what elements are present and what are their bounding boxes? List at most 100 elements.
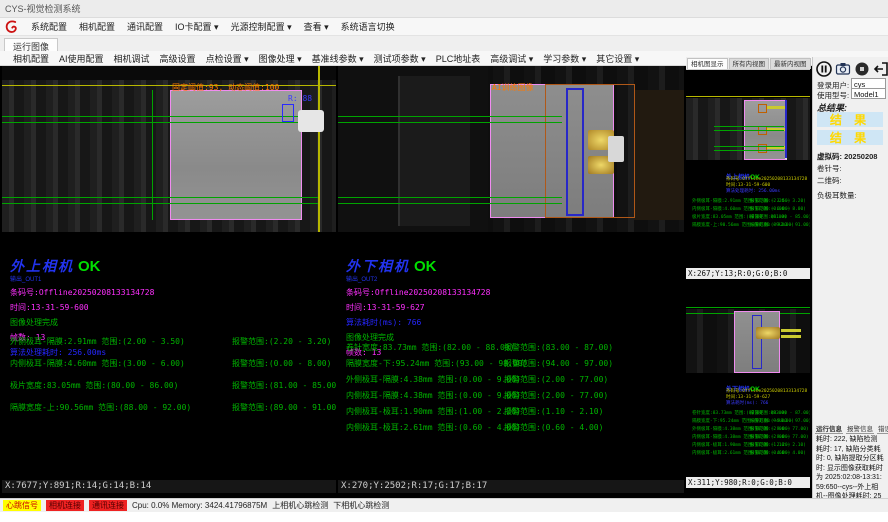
- toolbar-item[interactable]: 点检设置 ▾: [201, 51, 254, 66]
- green-guide-line: [2, 122, 318, 123]
- mini-measurements: 外侧极耳-隔膜:2.91mm 范围:(2.00 - 3.50)报警范围:(2.2…: [692, 198, 808, 230]
- alarm-range: 报警范围:(1.10 - 2.10): [750, 442, 808, 448]
- menu-item[interactable]: 光源控制配置 ▾: [225, 18, 298, 35]
- measurement-row: 内侧极耳-隔膜:4.60mm 范围:(3.00 - 6.00)报警范围:(0.0…: [692, 206, 808, 212]
- camera-view-upper[interactable]: 固定阈值:93, 动态阈值:100 R: 88 外上相机OK 输出_OUT1 条…: [2, 66, 336, 498]
- coord-status-small-lower: X:311;Y:980;R:0;G:0;B:0: [686, 477, 810, 488]
- result-box-lower: 结 果: [817, 130, 883, 145]
- menu-item[interactable]: 通讯配置: [121, 18, 169, 35]
- toolbar-item[interactable]: 图像处理 ▾: [254, 51, 307, 66]
- r-value-overlay: R: 88: [288, 94, 312, 103]
- menu-item[interactable]: 系统配置: [25, 18, 73, 35]
- small-view-upper[interactable]: 外上相机OK 条码号:Offline20250208133134728 时间:1…: [686, 70, 810, 268]
- toolbar-item[interactable]: 其它设置 ▾: [591, 51, 644, 66]
- alarm-range: 报警范围:(2.00 - 77.00): [504, 390, 682, 401]
- measurement-row: 内侧极耳-隔膜:4.60mm 范围:(3.00 - 6.00)报警范围:(0.0…: [10, 358, 334, 369]
- model-field[interactable]: Model1: [851, 88, 886, 99]
- tiny-label-mark: [781, 329, 801, 332]
- tab-all-views[interactable]: 所有内视图: [729, 58, 770, 69]
- yellow-guide-line: [686, 96, 810, 97]
- status-bar: 心跳信号 相机连接 通讯连接 Cpu: 0.0% Memory: 3424.41…: [0, 498, 888, 512]
- measurement-value: 外侧极耳-隔膜:4.38mm 范围:(0.00 - 9.00): [346, 374, 504, 385]
- measurement-value: 卷针宽度:83.73mm 范围:(82.00 - 88.00): [346, 342, 504, 353]
- green-guide-line: [2, 197, 318, 198]
- coord-status-upper: X:7677;Y:891;R:14;G:14;B:14: [2, 480, 336, 493]
- side-panel: 登录用户: cys 使用型号: Model1 总结果: 结 果 结 果 虚拟码:…: [812, 57, 888, 512]
- tab-latest-views[interactable]: 最新内视图: [770, 58, 811, 69]
- info-tabs: 运行信息 报警信息 错误信息: [815, 423, 888, 434]
- tab-camera-display[interactable]: 相机图显示: [687, 58, 728, 69]
- result-ok: OK: [78, 258, 101, 275]
- alarm-range: 报警范围:(94.00 - 97.00): [504, 358, 682, 369]
- toolbar-item[interactable]: 相机配置: [8, 51, 54, 66]
- heartbeat-indicator: 心跳信号: [3, 500, 41, 511]
- measurement-row: 内侧极耳-极耳:2.61mm 范围:(0.60 - 4.00)报警范围:(0.6…: [692, 450, 808, 456]
- yellow-guide-vline: [318, 66, 320, 232]
- tab-alarm-info[interactable]: 报警信息: [846, 423, 874, 434]
- measurement-value: 隔膜宽度-下:95.24mm 范围:(93.00 - 98.00): [346, 358, 504, 369]
- tiny-label-mark: [767, 106, 785, 109]
- toolbar-item[interactable]: AI使用配置: [54, 51, 109, 66]
- menu-item[interactable]: IO卡配置 ▾: [169, 18, 225, 35]
- pause-button[interactable]: [816, 61, 832, 77]
- menu-item[interactable]: 系统语言切换: [335, 18, 401, 35]
- measurement-value: 外侧极耳-隔膜:4.38mm 范围:(0.00 - 9.00): [692, 426, 750, 432]
- coord-status-lower: X:270;Y:2502;R:17;G:17;B:17: [338, 480, 684, 493]
- tab-error-info[interactable]: 错误信息: [877, 423, 888, 434]
- neg-tab-count-label: 负极耳数量:: [817, 190, 857, 201]
- settings-button[interactable]: [854, 61, 870, 77]
- coord-status-small-upper: X:267;Y:13;R:0;G:0;B:0: [686, 268, 810, 279]
- needle-no-label: 卷针号:: [817, 163, 842, 174]
- camera-connect-indicator: 相机连接: [46, 500, 84, 511]
- window-title: CYS-视觉检测系统: [5, 4, 81, 14]
- small-view-lower[interactable]: 外下相机OK 条码号:Offline20250208133134728 时间:1…: [686, 281, 810, 477]
- green-guide-line: [338, 197, 562, 198]
- green-guide-line: [686, 307, 810, 308]
- menu-item[interactable]: 相机配置: [73, 18, 121, 35]
- measurement-row: 极片宽度:83.05mm 范围:(80.00 - 86.00)报警范围:(81.…: [692, 214, 808, 220]
- blue-roi-box: [566, 88, 584, 216]
- alarm-range: 报警范围:(2.00 - 77.00): [504, 374, 682, 385]
- tab-run-info[interactable]: 运行信息: [815, 423, 843, 434]
- toolbar-items: 相机配置AI使用配置相机调试高级设置点检设置 ▾图像处理 ▾基准线参数 ▾测试项…: [8, 51, 644, 66]
- blue-roi-box: [752, 315, 762, 369]
- mini-proc-time: 算法处理耗时: 256.00ms: [726, 188, 780, 194]
- toolbar-item[interactable]: 相机调试: [109, 51, 155, 66]
- yellow-guide-line: [2, 85, 336, 86]
- tiny-label-mark: [781, 335, 801, 338]
- toolbar-item[interactable]: 学习参数 ▾: [538, 51, 591, 66]
- measurement-row: 极片宽度:83.05mm 范围:(80.00 - 86.00)报警范围:(81.…: [10, 380, 334, 391]
- app-window: CYS-视觉检测系统 系统配置相机配置通讯配置IO卡配置 ▾光源控制配置 ▾查看…: [0, 0, 888, 522]
- alarm-range: 报警范围:(83.00 - 87.00): [504, 342, 682, 353]
- window-titlebar: CYS-视觉检测系统: [0, 0, 888, 18]
- barcode-line: 条码号:Offline20250208133134728: [346, 287, 490, 298]
- measurement-value: 隔膜宽度-下:95.24mm 范围:(93.00 - 98.00): [692, 418, 750, 424]
- logout-button[interactable]: [873, 61, 888, 77]
- green-guide-line: [714, 126, 784, 127]
- green-guide-line: [714, 130, 784, 131]
- measurement-value: 极片宽度:83.05mm 范围:(80.00 - 86.00): [10, 380, 232, 391]
- measurement-value: 极片宽度:83.05mm 范围:(80.00 - 86.00): [692, 214, 750, 220]
- measurement-list-upper: 外侧极耳-隔膜:2.91mm 范围:(2.00 - 3.50)报警范围:(2.2…: [10, 336, 334, 424]
- alarm-range: 报警范围:(89.00 - 91.00): [232, 402, 336, 413]
- menu-bar: 系统配置相机配置通讯配置IO卡配置 ▾光源控制配置 ▾查看 ▾系统语言切换: [0, 18, 888, 36]
- menu-item[interactable]: 查看 ▾: [298, 18, 335, 35]
- alarm-range: 报警范围:(94.00 - 97.00): [750, 418, 810, 424]
- toolbar-item[interactable]: 基准线参数 ▾: [307, 51, 369, 66]
- toolbar-item[interactable]: PLC地址表: [431, 51, 486, 66]
- model-label: 使用型号:: [817, 90, 849, 101]
- snapshot-button[interactable]: [835, 61, 851, 77]
- white-connector: [298, 110, 324, 132]
- measurement-value: 卷针宽度:83.73mm 范围:(82.00 - 88.00): [692, 410, 750, 416]
- toolbar-item[interactable]: 高级调试 ▾: [485, 51, 538, 66]
- upper-camera-heartbeat: 上相机心跳检测: [272, 500, 328, 511]
- green-guide-line: [2, 203, 318, 204]
- measurement-list-lower: 卷针宽度:83.73mm 范围:(82.00 - 88.00)报警范围:(83.…: [346, 342, 682, 438]
- orange-marker: [758, 104, 767, 113]
- toolbar-item[interactable]: 测试项参数 ▾: [369, 51, 431, 66]
- blue-marker-box: [282, 104, 294, 122]
- camera-view-lower[interactable]: AI训练图像 外下相机OK 输出_OUT2 条码号:Offline2025020…: [338, 66, 684, 498]
- toolbar-item[interactable]: 高级设置: [155, 51, 201, 66]
- virtual-code-value: 20250208: [844, 152, 877, 161]
- alarm-range: 报警范围:(0.60 - 4.00): [750, 450, 808, 456]
